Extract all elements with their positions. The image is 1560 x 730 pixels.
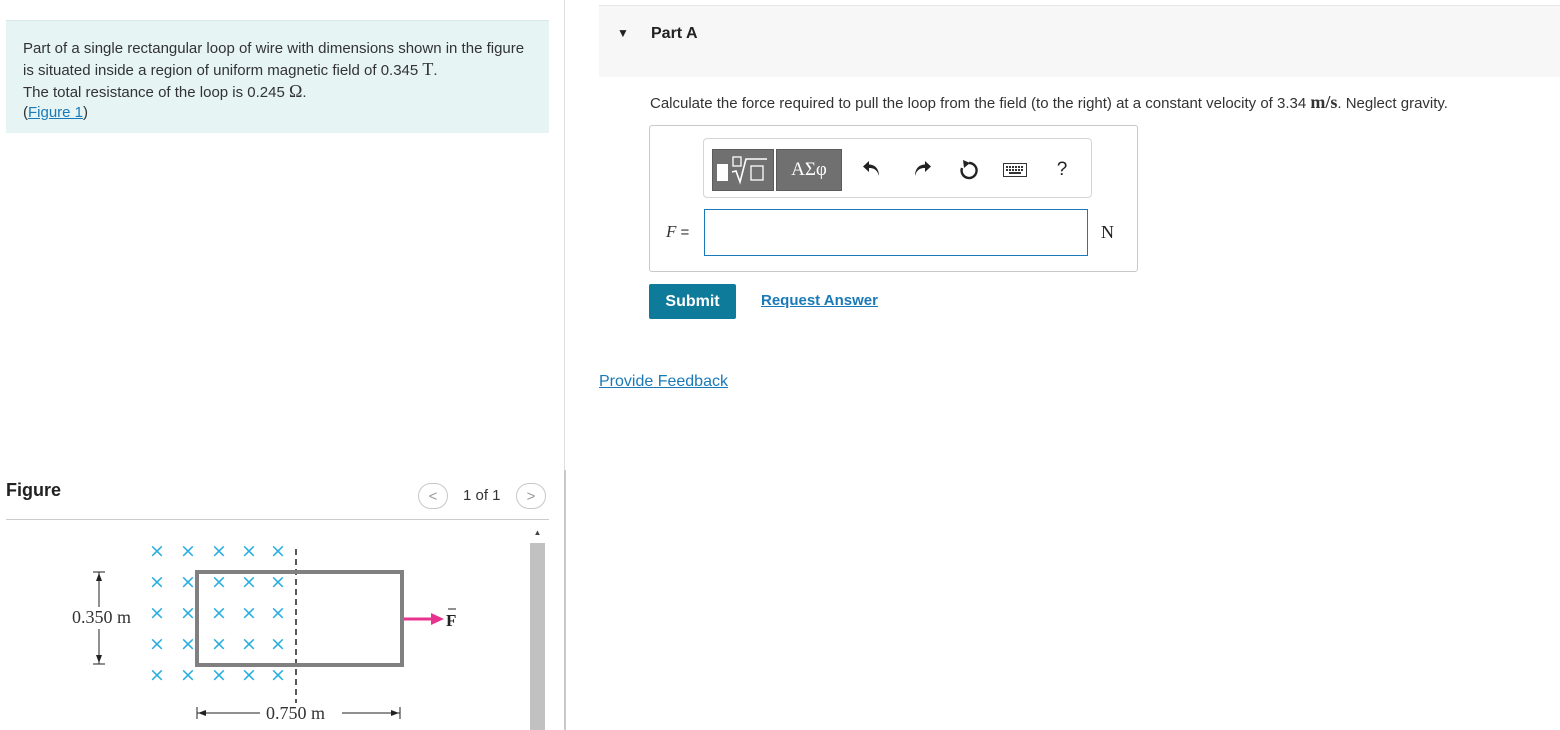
figure-link[interactable]: Figure 1 — [28, 104, 83, 121]
field-mark: × — [180, 633, 196, 655]
help-button[interactable]: ? — [1047, 156, 1077, 184]
question-suffix: . Neglect gravity. — [1337, 95, 1448, 112]
figure-pager: 1 of 1 — [463, 487, 501, 504]
provide-feedback-link[interactable]: Provide Feedback — [599, 373, 728, 391]
request-answer-link[interactable]: Request Answer — [761, 292, 878, 309]
field-mark: × — [180, 602, 196, 624]
wire-loop — [195, 570, 404, 667]
problem-statement: Part of a single rectangular loop of wir… — [6, 20, 549, 133]
field-mark: × — [149, 633, 165, 655]
undo-icon — [863, 161, 879, 176]
answer-variable: F — [666, 222, 677, 241]
part-a-header[interactable]: ▼ Part A — [599, 5, 1560, 77]
field-mark: × — [241, 633, 257, 655]
fraction-root-template-icon — [717, 156, 767, 185]
redo-icon — [915, 161, 931, 176]
template-button[interactable] — [712, 149, 774, 191]
field-mark: × — [211, 633, 227, 655]
height-label: 0.350 m — [72, 607, 131, 627]
field-mark: × — [211, 571, 227, 593]
equals-sign: = — [676, 224, 690, 241]
intro-text-2: The total resistance of the loop is 0.24… — [23, 84, 289, 101]
part-title: Part A — [651, 25, 698, 42]
field-mark: × — [211, 664, 227, 686]
field-mark: × — [270, 602, 286, 624]
field-mark: × — [270, 633, 286, 655]
field-mark: × — [149, 540, 165, 562]
question-text: Calculate the force required to pull the… — [650, 92, 1448, 113]
field-mark: × — [241, 602, 257, 624]
field-mark: × — [149, 602, 165, 624]
answer-entry-box: ΑΣφ ? F = N — [649, 125, 1138, 272]
intro-text-1: Part of a single rectangular loop of wir… — [23, 40, 525, 79]
field-mark: × — [241, 664, 257, 686]
field-mark: × — [211, 602, 227, 624]
intro-period-1: . — [433, 62, 438, 79]
submit-button[interactable]: Submit — [649, 284, 736, 319]
figure-next-button[interactable]: > — [516, 483, 546, 509]
field-mark: × — [180, 540, 196, 562]
width-label: 0.750 m — [266, 703, 325, 723]
reset-button[interactable] — [954, 156, 984, 184]
figure-scrollbar[interactable]: ▲ — [528, 523, 547, 730]
field-mark: × — [270, 664, 286, 686]
loop-field-diagram: × × × × × × × × × × × × × × × × × × × × × × × × × 0.350 m 0.750 … — [68, 540, 456, 723]
answer-variable-label: F = — [666, 222, 689, 242]
field-mark: × — [241, 571, 257, 593]
reset-icon — [960, 160, 978, 180]
keyboard-button[interactable] — [1000, 156, 1030, 184]
field-mark: × — [241, 540, 257, 562]
resistance-unit: Ω — [289, 81, 303, 101]
figure-link-close: ) — [83, 104, 89, 121]
question-prefix: Calculate the force required to pull the… — [650, 95, 1311, 112]
field-mark: × — [270, 571, 286, 593]
field-mark: × — [270, 540, 286, 562]
figure-divider — [6, 519, 549, 520]
answer-unit: N — [1101, 222, 1114, 242]
column-divider-accent — [564, 470, 566, 730]
scrollbar-thumb[interactable] — [530, 543, 545, 730]
scroll-up-arrow-icon[interactable]: ▲ — [528, 525, 547, 539]
field-mark: × — [149, 571, 165, 593]
greek-symbols-button[interactable]: ΑΣφ — [776, 149, 842, 191]
figure-title: Figure — [6, 480, 62, 500]
field-mark: × — [211, 540, 227, 562]
field-mark: × — [149, 664, 165, 686]
answer-input[interactable] — [704, 209, 1088, 256]
keyboard-icon — [1003, 163, 1027, 177]
intro-period-2: . — [302, 84, 307, 101]
field-unit: T — [422, 59, 434, 79]
redo-button[interactable] — [907, 156, 937, 184]
caret-down-icon[interactable]: ▼ — [617, 26, 629, 40]
chevron-left-icon: < — [428, 487, 438, 505]
math-toolbar: ΑΣφ ? — [703, 138, 1092, 198]
chevron-right-icon: > — [526, 487, 536, 505]
velocity-unit: m/s — [1310, 92, 1338, 112]
figure-prev-button[interactable]: < — [418, 483, 448, 509]
force-label: F — [446, 611, 456, 630]
field-mark: × — [180, 571, 196, 593]
undo-button[interactable] — [857, 156, 887, 184]
field-mark: × — [180, 664, 196, 686]
